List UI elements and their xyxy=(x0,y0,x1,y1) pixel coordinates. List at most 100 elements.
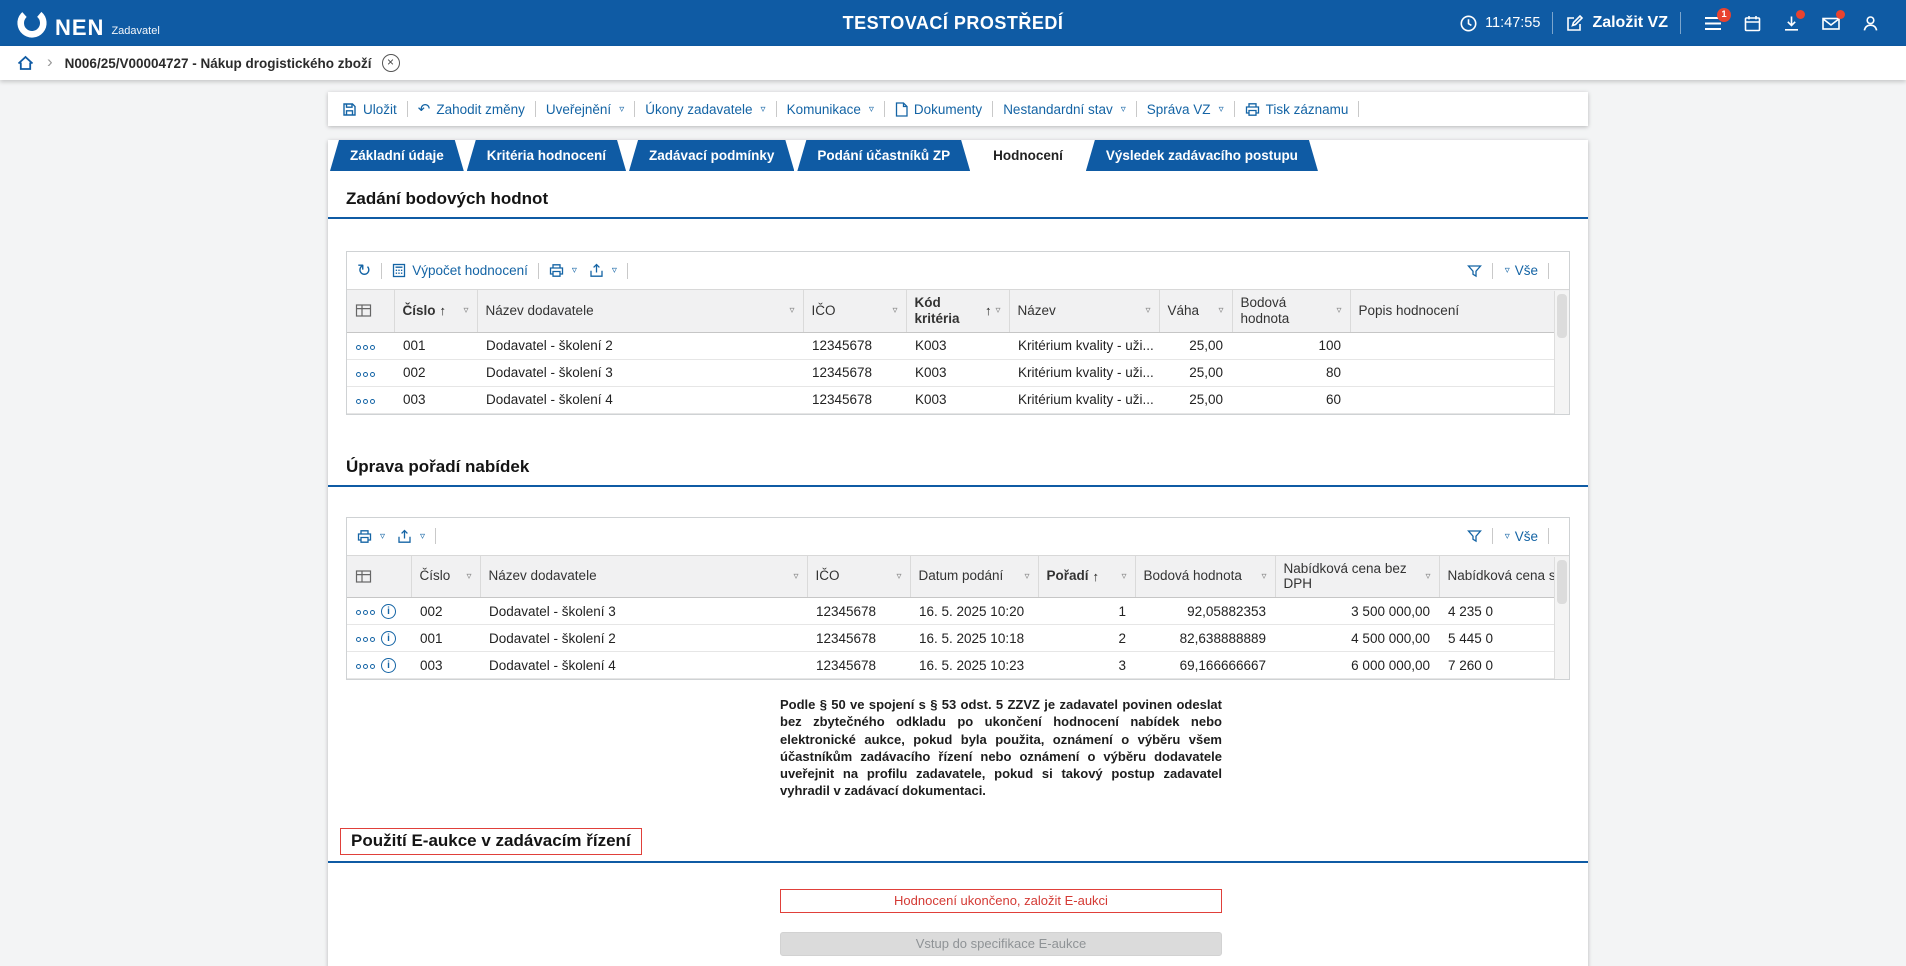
close-record-icon[interactable]: × xyxy=(382,54,400,72)
info-icon[interactable]: i xyxy=(381,658,396,673)
filter-caret-icon[interactable]: ▿ xyxy=(466,571,471,582)
filter-caret-icon[interactable]: ▿ xyxy=(1218,305,1223,316)
environment-title: TESTOVACÍ PROSTŘEDÍ xyxy=(843,13,1064,34)
row-actions-icon[interactable] xyxy=(356,610,375,615)
filter-caret-icon[interactable]: ▿ xyxy=(1425,571,1430,582)
scrollbar-thumb[interactable] xyxy=(1557,560,1567,604)
chevron-down-icon[interactable]: ▿ xyxy=(1505,265,1510,276)
show-all-link[interactable]: Vše xyxy=(1515,263,1538,278)
tab-kriteria-hodnoceni[interactable]: Kritéria hodnocení xyxy=(467,140,626,171)
print-grid-button[interactable]: ▿ xyxy=(549,263,577,278)
col-header-poradi[interactable]: Pořadí↑▿ xyxy=(1038,556,1135,598)
nen-logo[interactable]: NEN Zadavatel xyxy=(16,7,160,39)
filter-caret-icon[interactable]: ▿ xyxy=(1145,305,1150,316)
filter-caret-icon[interactable]: ▿ xyxy=(896,571,901,582)
filter-caret-icon[interactable]: ▿ xyxy=(1336,305,1341,316)
info-icon[interactable]: i xyxy=(381,631,396,646)
filter-button[interactable] xyxy=(1467,264,1482,278)
filter-caret-icon[interactable]: ▿ xyxy=(892,305,897,316)
row-actions-icon[interactable] xyxy=(356,399,375,404)
col-header-cislo[interactable]: Číslo↑▿ xyxy=(394,290,477,332)
col-header-ico[interactable]: IČO▿ xyxy=(807,556,910,598)
export-grid-button[interactable]: ▿ xyxy=(397,529,425,544)
menu-button[interactable]: 1 xyxy=(1703,15,1723,32)
create-vz-button[interactable]: Založit VZ xyxy=(1565,14,1668,33)
vertical-scrollbar[interactable] xyxy=(1554,291,1569,414)
col-header-dodavatel[interactable]: Název dodavatele▿ xyxy=(477,290,803,332)
tab-vysledek[interactable]: Výsledek zadávacího postupu xyxy=(1086,140,1318,171)
table-row[interactable]: 002 Dodavatel - školení 3 12345678 K003 … xyxy=(347,359,1569,386)
contracting-actions-menu[interactable]: Úkony zadavatele▿ xyxy=(645,102,765,117)
col-header-cislo[interactable]: Číslo▿ xyxy=(411,556,480,598)
table-row[interactable]: 001 Dodavatel - školení 2 12345678 K003 … xyxy=(347,332,1569,359)
tab-hodnoceni[interactable]: Hodnocení xyxy=(973,140,1083,171)
table-row[interactable]: 003 Dodavatel - školení 4 12345678 K003 … xyxy=(347,386,1569,413)
profile-button[interactable] xyxy=(1861,14,1880,33)
table-row[interactable]: i 002 Dodavatel - školení 3 12345678 16.… xyxy=(347,598,1569,625)
vertical-scrollbar[interactable] xyxy=(1554,557,1569,680)
calendar-button[interactable] xyxy=(1743,14,1762,33)
section-title-scores: Zadání bodových hodnot xyxy=(346,189,1588,209)
publish-menu[interactable]: Uveřejnění▿ xyxy=(546,102,624,117)
filter-caret-icon[interactable]: ▿ xyxy=(1121,571,1126,582)
show-all-link[interactable]: Vše xyxy=(1515,529,1538,544)
info-icon[interactable]: i xyxy=(381,604,396,619)
calendar-icon xyxy=(1743,14,1762,33)
clock-icon xyxy=(1459,14,1478,33)
save-icon xyxy=(342,102,357,117)
row-actions-icon[interactable] xyxy=(356,372,375,377)
col-header-popis-hodnoceni[interactable]: Popis hodnocení xyxy=(1350,290,1569,332)
tab-zakladni-udaje[interactable]: Základní údaje xyxy=(330,140,464,171)
filter-caret-icon[interactable]: ▿ xyxy=(995,305,1000,316)
col-header-dodavatel[interactable]: Název dodavatele▿ xyxy=(480,556,807,598)
col-header-kod-kriteria[interactable]: Kód kritéria↑▿ xyxy=(906,290,1009,332)
export-icon xyxy=(589,263,604,278)
discard-changes-button[interactable]: ↶ Zahodit změny xyxy=(418,102,525,117)
row-actions-icon[interactable] xyxy=(356,637,375,642)
col-header-bodova-hodnota[interactable]: Bodová hodnota▿ xyxy=(1135,556,1275,598)
print-record-button[interactable]: Tisk záznamu xyxy=(1245,102,1349,117)
col-header-cena-s-dph[interactable]: Nabídková cena s DPH xyxy=(1439,556,1569,598)
communication-menu[interactable]: Komunikace▿ xyxy=(787,102,874,117)
col-header-datum-podani[interactable]: Datum podání▿ xyxy=(910,556,1038,598)
ranking-grid-toolbar: ▿ ▿ ▿ Vše xyxy=(347,518,1569,556)
filter-caret-icon[interactable]: ▿ xyxy=(793,571,798,582)
tab-zadavaci-podminky[interactable]: Zadávací podmínky xyxy=(629,140,794,171)
col-header-bodova-hodnota[interactable]: Bodová hodnota▿ xyxy=(1232,290,1350,332)
compute-evaluation-button[interactable]: Výpočet hodnocení xyxy=(392,263,528,278)
funnel-icon xyxy=(1467,529,1482,543)
row-actions-icon[interactable] xyxy=(356,664,375,669)
col-header-vaha[interactable]: Váha▿ xyxy=(1159,290,1232,332)
col-header-ico[interactable]: IČO▿ xyxy=(803,290,906,332)
filter-button[interactable] xyxy=(1467,529,1482,543)
refresh-button[interactable]: ↻ xyxy=(357,261,371,281)
header-separator xyxy=(1680,12,1681,34)
nonstandard-state-menu[interactable]: Nestandardní stav▿ xyxy=(1003,102,1126,117)
documents-button[interactable]: Dokumenty xyxy=(895,102,982,117)
col-header-cena-bez-dph[interactable]: Nabídková cena bez DPH▿ xyxy=(1275,556,1439,598)
column-chooser[interactable] xyxy=(347,556,411,598)
create-eauction-button[interactable]: Hodnocení ukončeno, založit E-aukci xyxy=(780,889,1222,913)
chevron-down-icon[interactable]: ▿ xyxy=(1505,531,1510,542)
menu-badge: 1 xyxy=(1717,8,1731,22)
printer-icon xyxy=(357,529,372,544)
filter-caret-icon[interactable]: ▿ xyxy=(463,305,468,316)
section-divider xyxy=(328,861,1588,863)
row-actions-icon[interactable] xyxy=(356,345,375,350)
messages-button[interactable] xyxy=(1821,14,1841,33)
home-icon[interactable] xyxy=(16,54,35,72)
print-grid-button[interactable]: ▿ xyxy=(357,529,385,544)
column-chooser[interactable] xyxy=(347,290,394,332)
col-header-nazev[interactable]: Název▿ xyxy=(1009,290,1159,332)
scrollbar-thumb[interactable] xyxy=(1557,294,1567,338)
table-row[interactable]: i 001 Dodavatel - školení 2 12345678 16.… xyxy=(347,625,1569,652)
filter-caret-icon[interactable]: ▿ xyxy=(789,305,794,316)
downloads-button[interactable] xyxy=(1782,14,1801,33)
table-row[interactable]: i 003 Dodavatel - školení 4 12345678 16.… xyxy=(347,652,1569,679)
filter-caret-icon[interactable]: ▿ xyxy=(1261,571,1266,582)
tab-podani-ucastniku[interactable]: Podání účastníků ZP xyxy=(797,140,970,171)
save-button[interactable]: Uložit xyxy=(342,102,397,117)
filter-caret-icon[interactable]: ▿ xyxy=(1024,571,1029,582)
export-grid-button[interactable]: ▿ xyxy=(589,263,617,278)
vz-admin-menu[interactable]: Správa VZ▿ xyxy=(1147,102,1224,117)
